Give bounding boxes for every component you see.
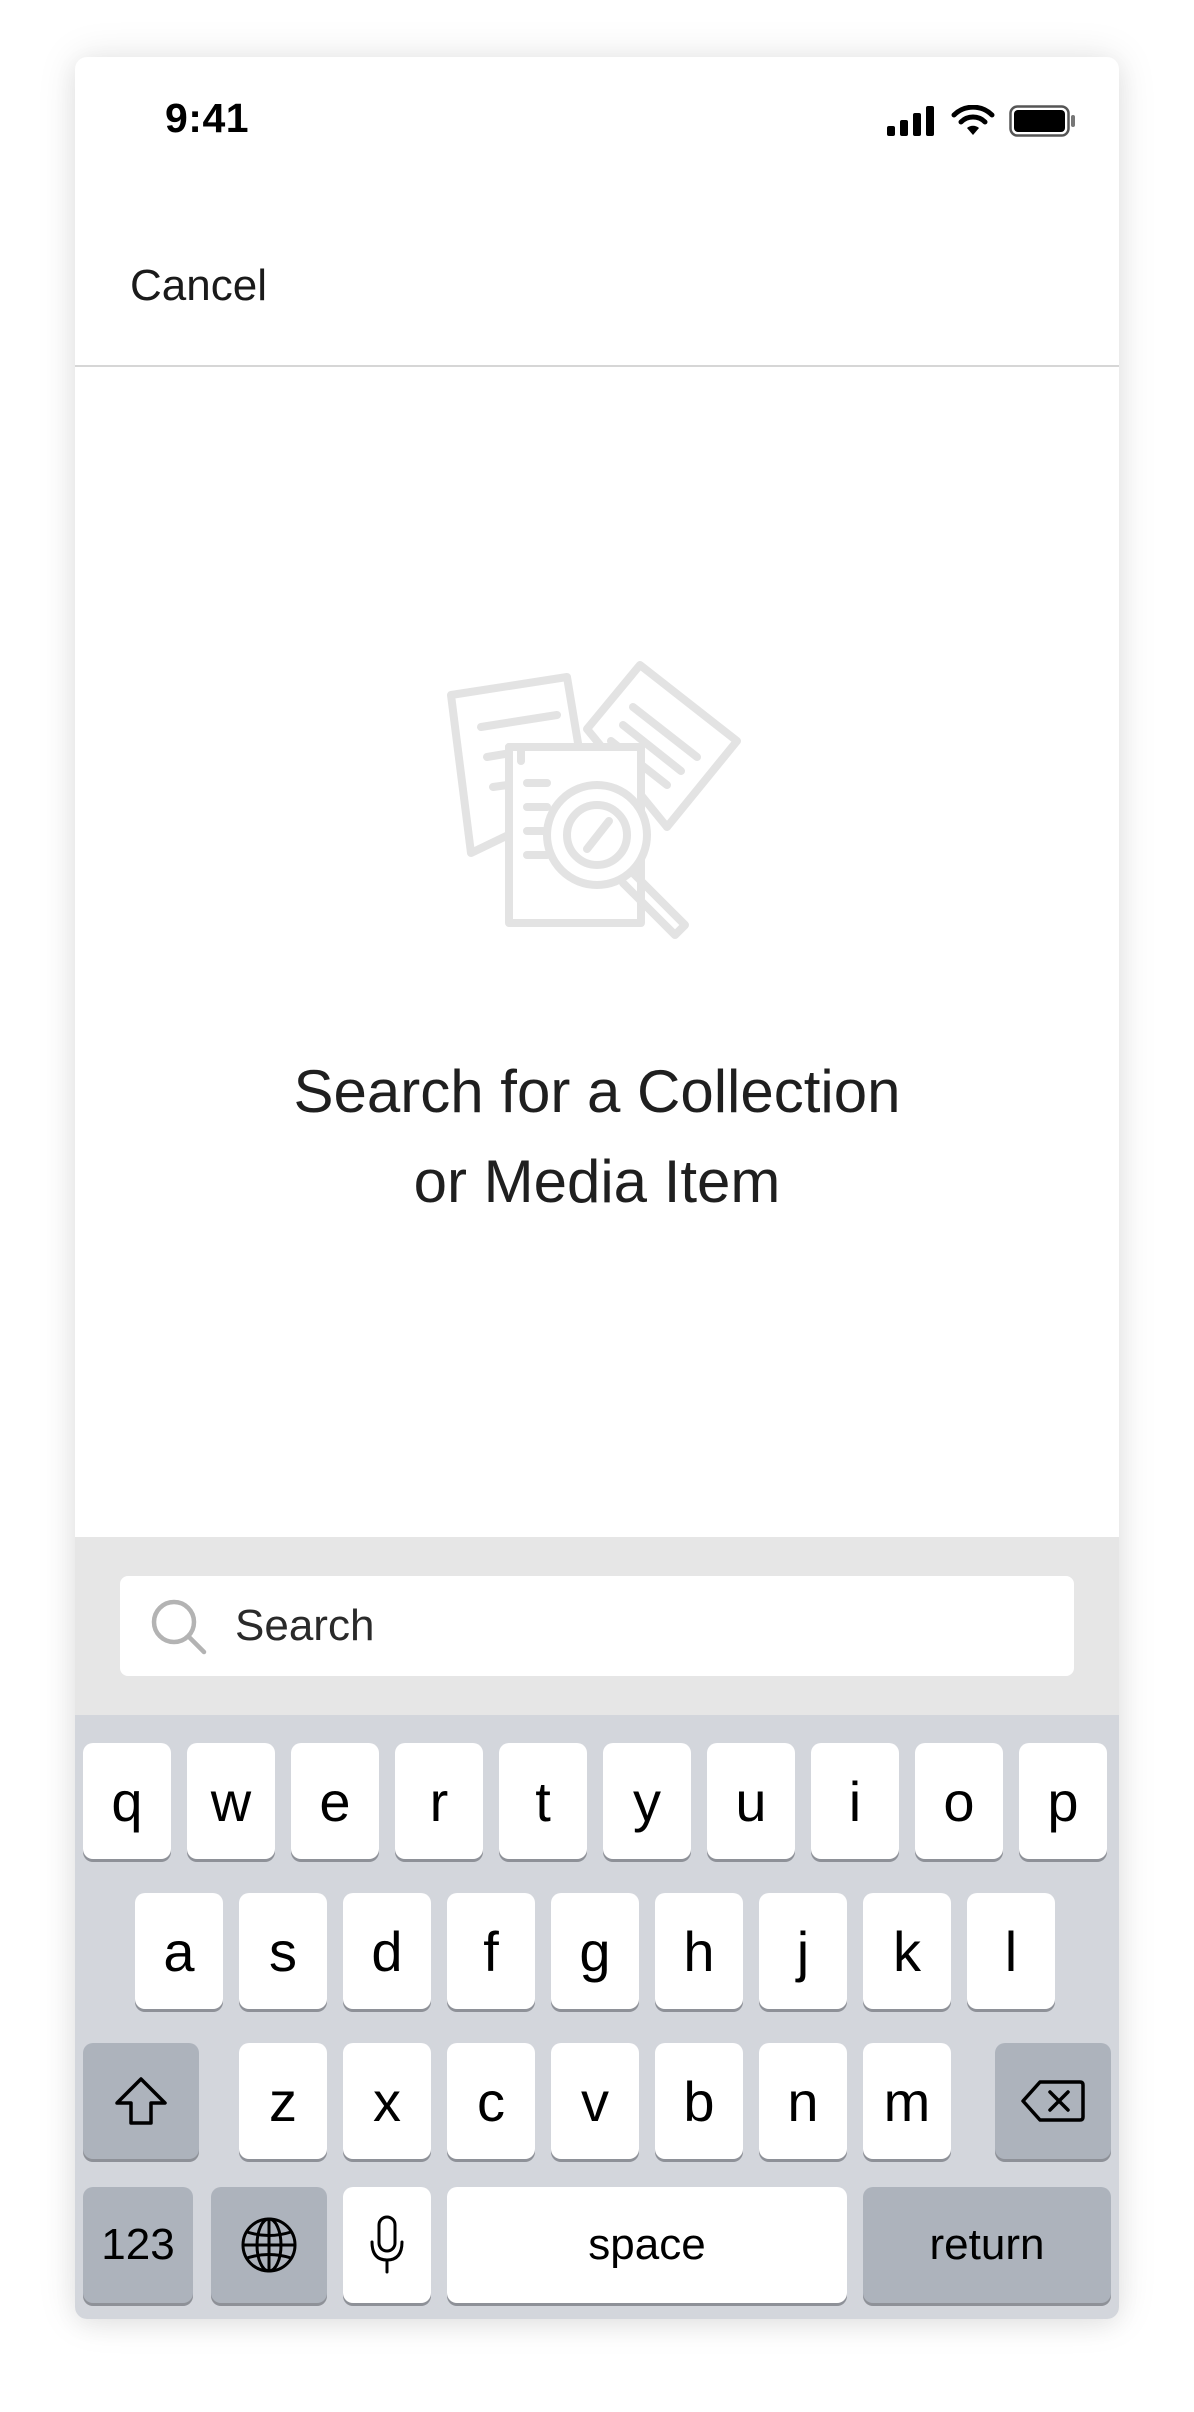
key-r[interactable]: r	[395, 1743, 483, 1859]
battery-icon	[1009, 105, 1075, 137]
key-e[interactable]: e	[291, 1743, 379, 1859]
shift-icon	[115, 2077, 167, 2125]
globe-icon	[241, 2217, 297, 2273]
shift-key[interactable]	[83, 2043, 199, 2159]
return-key[interactable]: return	[863, 2187, 1111, 2303]
phone-screen: 9:41 Cancel Search for a Collection or M…	[75, 57, 1119, 2319]
key-d[interactable]: d	[343, 1893, 431, 2009]
key-i[interactable]: i	[811, 1743, 899, 1859]
backspace-icon	[1021, 2080, 1085, 2122]
key-c[interactable]: c	[447, 2043, 535, 2159]
microphone-key[interactable]	[343, 2187, 431, 2303]
key-w[interactable]: w	[187, 1743, 275, 1859]
status-time: 9:41	[165, 95, 250, 141]
numbers-key[interactable]: 123	[83, 2187, 193, 2303]
globe-key[interactable]	[211, 2187, 327, 2303]
key-t[interactable]: t	[499, 1743, 587, 1859]
search-bar-container	[75, 1537, 1119, 1715]
key-l[interactable]: l	[967, 1893, 1055, 2009]
search-input[interactable]	[235, 1576, 1035, 1676]
key-v[interactable]: v	[551, 2043, 639, 2159]
key-h[interactable]: h	[655, 1893, 743, 2009]
status-icons	[887, 105, 1077, 137]
search-box[interactable]	[120, 1576, 1074, 1676]
key-s[interactable]: s	[239, 1893, 327, 2009]
key-g[interactable]: g	[551, 1893, 639, 2009]
key-k[interactable]: k	[863, 1893, 951, 2009]
key-m[interactable]: m	[863, 2043, 951, 2159]
document-search-icon	[447, 661, 741, 939]
key-y[interactable]: y	[603, 1743, 691, 1859]
key-p[interactable]: p	[1019, 1743, 1107, 1859]
key-j[interactable]: j	[759, 1893, 847, 2009]
microphone-icon	[370, 2215, 404, 2274]
delete-key[interactable]	[995, 2043, 1111, 2159]
empty-state-line-1: Search for a Collection	[293, 1058, 901, 1125]
signal-icon	[887, 106, 934, 136]
cancel-button[interactable]: Cancel	[130, 261, 267, 311]
key-a[interactable]: a	[135, 1893, 223, 2009]
key-u[interactable]: u	[707, 1743, 795, 1859]
navigation-bar: Cancel	[75, 177, 1119, 367]
keyboard: q w e r t y u i o p a s d f g h j k l z …	[75, 1715, 1119, 2319]
status-bar: 9:41	[75, 57, 1119, 177]
space-key[interactable]: space	[447, 2187, 847, 2303]
key-x[interactable]: x	[343, 2043, 431, 2159]
search-icon	[151, 1599, 207, 1655]
key-q[interactable]: q	[83, 1743, 171, 1859]
key-b[interactable]: b	[655, 2043, 743, 2159]
key-o[interactable]: o	[915, 1743, 1003, 1859]
key-f[interactable]: f	[447, 1893, 535, 2009]
wifi-icon	[951, 105, 995, 135]
key-z[interactable]: z	[239, 2043, 327, 2159]
empty-state-message: Search for a Collection or Media Item	[75, 1047, 1119, 1227]
key-n[interactable]: n	[759, 2043, 847, 2159]
empty-state-line-2: or Media Item	[413, 1148, 781, 1215]
